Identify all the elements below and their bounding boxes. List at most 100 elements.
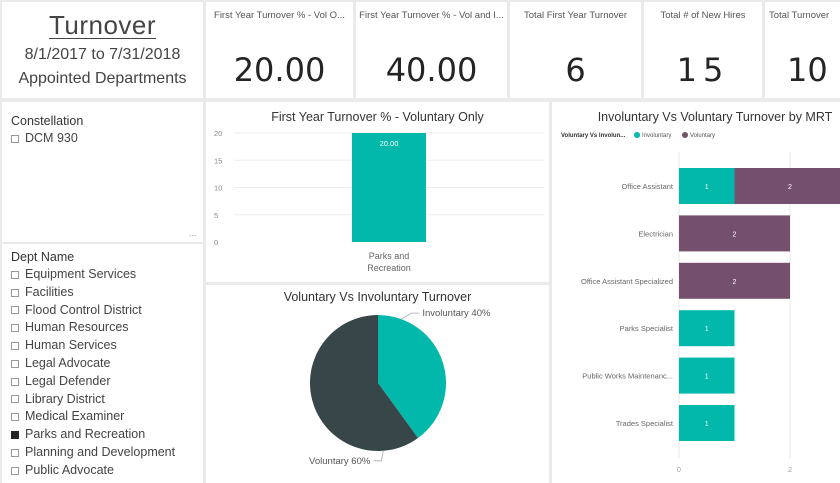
- first-year-voluntary-bar-chart[interactable]: First Year Turnover % - Voluntary Only 0…: [206, 102, 549, 282]
- kpi-value: 10: [787, 51, 828, 89]
- kpi-label: Total # of New Hires: [660, 10, 746, 21]
- option-label: Equipment Services: [25, 267, 137, 281]
- date-range: 8/1/2017 to 7/31/2018: [24, 46, 181, 63]
- department-scope: Appointed Departments: [18, 70, 187, 87]
- data-label: 2: [733, 231, 737, 238]
- report-title-card: Turnover 8/1/2017 to 7/31/2018 Appointed…: [2, 2, 203, 98]
- x-tick-label: Recreation: [367, 263, 411, 273]
- bar-chart-plot: 0 5 10 15 20 20.00 Parks and Recreation: [214, 129, 544, 273]
- y-tick-label: 0: [214, 238, 218, 247]
- constellation-slicer: Constellation DCM 930 ...: [2, 102, 203, 242]
- voluntary-vs-involuntary-pie-chart[interactable]: Voluntary Vs Involuntary Turnover Involu…: [206, 285, 549, 483]
- option-label: Parks and Recreation: [25, 427, 146, 442]
- y-tick-label: 20: [214, 129, 222, 138]
- y-tick-label: 5: [214, 211, 218, 220]
- y-tick-label: 15: [214, 156, 222, 165]
- dept-option-legal-advocate[interactable]: Legal Advocate: [11, 355, 203, 373]
- report-title: Turnover: [48, 10, 157, 40]
- checkbox[interactable]: [11, 288, 19, 297]
- category-label: Electrician: [638, 229, 673, 238]
- data-label: 1: [705, 184, 709, 191]
- checkbox[interactable]: [11, 134, 19, 143]
- data-label: 1: [705, 421, 709, 428]
- dept-option-medical-examiner[interactable]: Medical Examiner: [11, 408, 203, 426]
- dept-option-equipment-services[interactable]: Equipment Services: [11, 266, 203, 284]
- kpi-value: 40.00: [385, 51, 478, 89]
- slice-label: Voluntary 60%: [309, 456, 371, 467]
- option-label: Public Advocate: [25, 462, 114, 477]
- option-label: Facilities: [25, 284, 74, 299]
- option-label: Legal Defender: [25, 373, 111, 388]
- slice-label: Involuntary 40%: [422, 308, 491, 319]
- dept-option-human-services[interactable]: Human Services: [11, 337, 203, 355]
- checkbox[interactable]: [11, 342, 19, 351]
- dept-option-human-resources[interactable]: Human Resources: [11, 319, 203, 337]
- checkbox[interactable]: [11, 395, 19, 404]
- data-label: 2: [788, 184, 792, 191]
- legend-swatch-voluntary: [682, 132, 688, 138]
- more-options-icon[interactable]: ...: [189, 228, 197, 238]
- option-label: Human Resources: [25, 320, 129, 335]
- kpi-card-new-hires[interactable]: Total # of New Hires 15: [644, 2, 762, 98]
- checkbox[interactable]: [11, 359, 19, 368]
- option-label: DCM 930: [25, 131, 78, 145]
- data-label: 1: [705, 326, 709, 333]
- checkbox[interactable]: [11, 431, 19, 440]
- kpi-value: 6: [565, 51, 586, 89]
- checkbox[interactable]: [11, 270, 19, 279]
- kpi-label: First Year Turnover % - Vol and I...: [359, 10, 504, 21]
- dept-option-public-advocate[interactable]: Public Advocate: [11, 462, 203, 480]
- dept-option-legal-defender[interactable]: Legal Defender: [11, 373, 203, 391]
- dept-option-list: Equipment Services Facilities Flood Contro…: [2, 266, 203, 480]
- constellation-option-dcm-930[interactable]: DCM 930: [11, 130, 203, 148]
- option-label: Human Services: [25, 338, 117, 353]
- legend-label: Involuntary: [642, 133, 671, 139]
- data-label: 1: [705, 374, 709, 381]
- checkbox[interactable]: [11, 466, 19, 475]
- x-tick-label: Parks and: [369, 251, 410, 261]
- turnover-by-mrt-bar-chart[interactable]: Involuntary Vs Voluntary Turnover by MRT…: [552, 102, 840, 483]
- kpi-label: Total First Year Turnover: [524, 10, 627, 21]
- kpi-label: First Year Turnover % - Vol O...: [214, 10, 345, 21]
- legend-swatch-involuntary: [634, 132, 640, 138]
- checkbox[interactable]: [11, 377, 19, 386]
- kpi-card-first-year-vol-only[interactable]: First Year Turnover % - Vol O... 20.00: [206, 2, 353, 98]
- kpi-value: 15: [676, 51, 730, 89]
- option-label: Legal Advocate: [25, 355, 111, 370]
- category-label: Office Assistant Specialized: [581, 277, 673, 286]
- constellation-slicer-title: Constellation: [11, 114, 84, 128]
- kpi-card-total-turnover[interactable]: Total Turnover 10: [765, 2, 840, 98]
- x-tick-label: 0: [677, 467, 681, 474]
- dept-slicer-title: Dept Name: [11, 250, 75, 264]
- category-label: Trades Specialist: [616, 419, 674, 428]
- dept-name-slicer: Dept Name Equipment Services Facilities Fl…: [2, 244, 203, 483]
- category-label: Parks Specialist: [620, 324, 674, 333]
- pie-chart-plot: Involuntary 40% Voluntary 60%: [309, 308, 491, 467]
- checkbox[interactable]: [11, 448, 19, 457]
- kpi-card-first-year-vol-and-invol[interactable]: First Year Turnover % - Vol and I... 40.…: [356, 2, 507, 98]
- checkbox[interactable]: [11, 413, 19, 422]
- kpi-label: Total Turnover: [769, 10, 830, 21]
- legend-title: Voluntary Vs Involun...: [561, 133, 626, 139]
- dept-option-planning-and-development[interactable]: Planning and Development: [11, 444, 203, 462]
- stacked-bar-plot: Voluntary Vs Involun... Involuntary Volunt…: [561, 132, 840, 474]
- y-tick-label: 10: [214, 184, 222, 193]
- leader-line: [373, 450, 384, 462]
- category-label: Office Assistant: [621, 182, 673, 191]
- checkbox[interactable]: [11, 324, 19, 333]
- dept-option-flood-control-district[interactable]: Flood Control District: [11, 302, 203, 320]
- leader-line: [401, 312, 420, 320]
- x-tick-label: 2: [788, 467, 792, 474]
- data-label: 2: [733, 279, 737, 286]
- dept-option-library-district[interactable]: Library District: [11, 391, 203, 409]
- dept-option-parks-and-recreation[interactable]: Parks and Recreation: [11, 426, 203, 444]
- legend-label: Voluntary: [690, 133, 715, 139]
- checkbox[interactable]: [11, 306, 19, 315]
- kpi-card-total-first-year-turnover[interactable]: Total First Year Turnover 6: [510, 2, 641, 98]
- data-label: 20.00: [380, 139, 399, 148]
- option-label: Medical Examiner: [25, 409, 125, 424]
- option-label: Flood Control District: [25, 302, 142, 317]
- kpi-value: 20.00: [233, 51, 326, 89]
- option-label: Library District: [25, 391, 105, 406]
- dept-option-facilities[interactable]: Facilities: [11, 284, 203, 302]
